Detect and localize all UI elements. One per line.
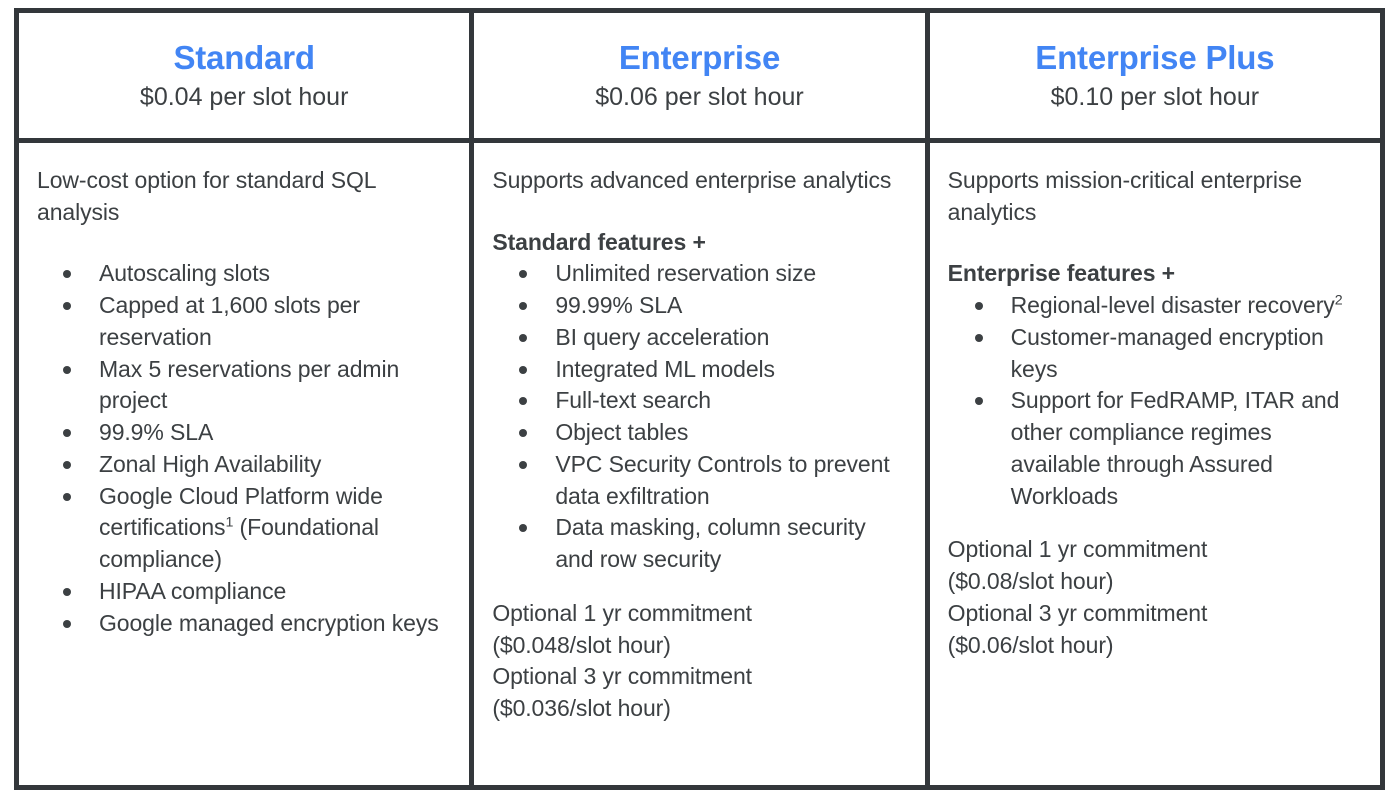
header-cell-enterprise-plus: Enterprise Plus $0.10 per slot hour bbox=[924, 13, 1380, 138]
commitment-rate: ($0.048/slot hour) bbox=[492, 631, 671, 658]
tier-price-standard: $0.04 per slot hour bbox=[139, 83, 349, 112]
body-cell-standard: Low-cost option for standard SQL analysi… bbox=[19, 143, 470, 785]
list-item: Support for FedRAMP, ITAR and other comp… bbox=[948, 385, 1362, 512]
bullet-icon bbox=[974, 333, 983, 342]
commitment-rate: ($0.036/slot hour) bbox=[492, 695, 671, 722]
bullet-icon bbox=[63, 492, 71, 501]
bullet-icon bbox=[519, 302, 528, 311]
commitment-term: Optional 1 yr commitment bbox=[492, 599, 752, 626]
commitment-term: Optional 1 yr commitment bbox=[947, 536, 1208, 563]
list-item: Max 5 reservations per admin project bbox=[37, 354, 451, 417]
bullet-icon bbox=[63, 619, 71, 628]
bullet-icon bbox=[63, 302, 71, 311]
list-item: Full-text search bbox=[492, 385, 906, 417]
bullet-icon bbox=[63, 587, 71, 596]
list-item: Google managed encryption keys bbox=[37, 608, 451, 640]
list-item: BI query acceleration bbox=[492, 322, 906, 354]
bullet-icon bbox=[519, 333, 528, 342]
list-item: Unlimited reservation size bbox=[492, 258, 906, 290]
feature-list-enterprise: Unlimited reservation size 99.99% SLA BI q… bbox=[492, 258, 906, 575]
bullet-icon bbox=[519, 397, 528, 406]
header-cell-enterprise: Enterprise $0.06 per slot hour bbox=[469, 13, 925, 138]
commitment-term: Optional 3 yr commitment bbox=[947, 599, 1208, 626]
section-heading-enterprise-plus: Enterprise features + bbox=[947, 260, 1176, 287]
list-item: Autoscaling slots bbox=[37, 258, 451, 290]
bullet-icon bbox=[63, 429, 71, 438]
bullet-icon bbox=[519, 460, 528, 469]
commitment-rate: ($0.06/slot hour) bbox=[947, 631, 1114, 658]
bullet-icon bbox=[63, 270, 71, 279]
list-item: Integrated ML models bbox=[492, 354, 906, 386]
commitment-rate: ($0.08/slot hour) bbox=[947, 568, 1114, 595]
bullet-icon bbox=[63, 365, 71, 374]
list-item: Customer-managed encryption keys bbox=[948, 322, 1362, 385]
bullet-icon bbox=[519, 270, 528, 279]
list-item: Zonal High Availability bbox=[37, 449, 451, 481]
tier-name-standard: Standard bbox=[173, 38, 315, 76]
header-cell-standard: Standard $0.04 per slot hour bbox=[19, 13, 470, 138]
bullet-icon bbox=[974, 302, 983, 311]
body-cell-enterprise-plus: Supports mission-critical enterprise ana… bbox=[924, 143, 1380, 785]
list-item: Google Cloud Platform wide certification… bbox=[37, 481, 451, 576]
bullet-icon bbox=[974, 397, 983, 406]
table-body-row: Low-cost option for standard SQL analysi… bbox=[19, 143, 1380, 785]
body-cell-enterprise: Supports advanced enterprise analytics S… bbox=[469, 143, 925, 785]
tier-price-enterprise: $0.06 per slot hour bbox=[595, 83, 804, 112]
bullet-icon bbox=[519, 429, 528, 438]
bullet-icon bbox=[63, 460, 71, 469]
list-item: Data masking, column security and row se… bbox=[492, 512, 906, 575]
tier-name-enterprise-plus: Enterprise Plus bbox=[1035, 38, 1275, 76]
list-item: Regional-level disaster recovery2 bbox=[948, 290, 1362, 322]
list-item: HIPAA compliance bbox=[37, 576, 451, 608]
list-item: Capped at 1,600 slots per reservation bbox=[37, 290, 451, 353]
footnote-marker: 1 bbox=[225, 514, 234, 531]
list-item: 99.9% SLA bbox=[37, 417, 451, 449]
footnote-marker: 2 bbox=[1334, 292, 1343, 309]
intro-text-enterprise-plus: Supports mission-critical enterprise ana… bbox=[947, 167, 1302, 225]
tier-name-enterprise: Enterprise bbox=[618, 38, 781, 76]
commitments-enterprise-plus: Optional 1 yr commitment ($0.08/slot hour… bbox=[948, 534, 1362, 661]
intro-text-standard: Low-cost option for standard SQL analysi… bbox=[37, 167, 376, 225]
tier-price-enterprise-plus: $0.10 per slot hour bbox=[1050, 83, 1260, 112]
section-heading-enterprise: Standard features + bbox=[492, 228, 706, 255]
pricing-comparison-table: Standard $0.04 per slot hour Enterprise … bbox=[14, 8, 1385, 790]
intro-text-enterprise: Supports advanced enterprise analytics bbox=[492, 167, 892, 193]
list-item: VPC Security Controls to prevent data ex… bbox=[492, 449, 906, 512]
bullet-icon bbox=[519, 365, 528, 374]
table-header-row: Standard $0.04 per slot hour Enterprise … bbox=[19, 13, 1380, 143]
list-item: Object tables bbox=[492, 417, 906, 449]
commitment-term: Optional 3 yr commitment bbox=[492, 663, 752, 690]
bullet-icon bbox=[519, 524, 528, 533]
list-item: 99.99% SLA bbox=[492, 290, 906, 322]
feature-list-standard: Autoscaling slots Capped at 1,600 slots p… bbox=[37, 258, 451, 639]
feature-list-enterprise-plus: Regional-level disaster recovery2 Custome… bbox=[948, 290, 1362, 512]
commitments-enterprise: Optional 1 yr commitment ($0.048/slot hou… bbox=[492, 598, 906, 725]
